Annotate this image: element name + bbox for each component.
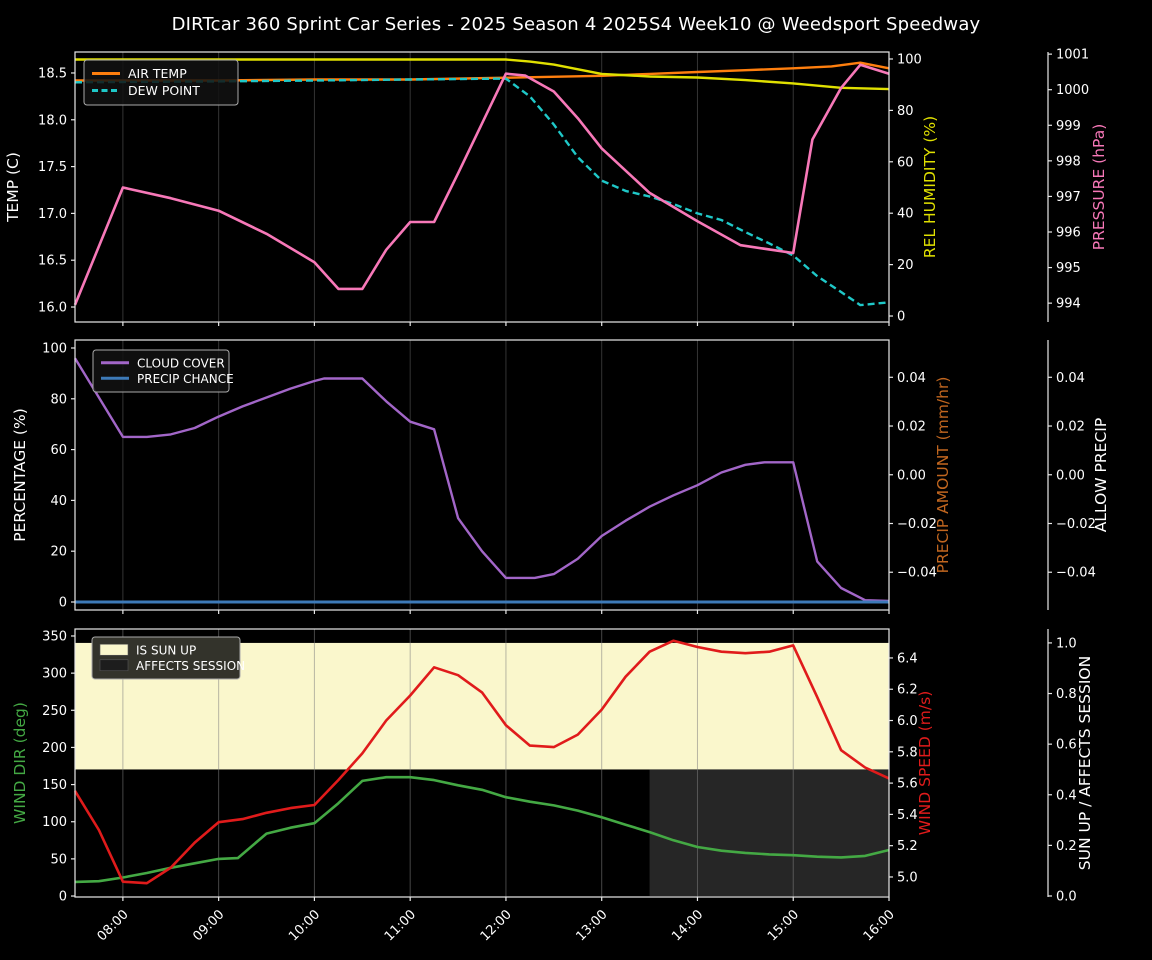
tick-label: −0.02: [1056, 517, 1096, 532]
weather-forecast-figure: DIRTcar 360 Sprint Car Series - 2025 Sea…: [0, 0, 1152, 960]
tick-label: 999: [1056, 119, 1081, 134]
legend-precip-panel: CLOUD COVER PRECIP CHANCE: [92, 349, 234, 393]
axis-label-right: REL HUMIDITY (%): [921, 116, 939, 258]
tick-label: 60: [897, 155, 914, 170]
tick-label: 17.0: [38, 207, 67, 222]
tick-label: 18.5: [38, 66, 67, 81]
axis-label-right: PRECIP AMOUNT (mm/hr): [934, 377, 952, 574]
tick-label: 996: [1056, 226, 1081, 241]
legend-swatch: [99, 643, 129, 656]
x-tick-label: 08:00: [95, 907, 132, 944]
tick-label: −0.04: [1056, 566, 1096, 581]
tick-label: 0.0: [1056, 889, 1077, 904]
tick-label: 6.0: [897, 714, 918, 729]
tick-label: 1001: [1056, 48, 1089, 63]
axis-label-left: PERCENTAGE (%): [11, 408, 29, 542]
series-cloud-cover: [73, 357, 890, 603]
tick-label: 60: [50, 443, 67, 458]
tick-label: 80: [897, 104, 914, 119]
axis-label-right: WIND SPEED (m/s): [916, 691, 934, 835]
x-tick-label: 11:00: [382, 907, 419, 944]
axis-label-right: PRESSURE (hPa): [1090, 124, 1108, 251]
tick-label: 997: [1056, 190, 1081, 205]
tick-label: 300: [42, 667, 67, 682]
tick-label: 100: [897, 52, 922, 67]
tick-label: 100: [42, 342, 67, 357]
tick-label: 995: [1056, 261, 1081, 276]
tick-label: 998: [1056, 154, 1081, 169]
tick-label: −0.04: [897, 566, 937, 581]
tick-label: 6.2: [897, 683, 918, 698]
legend-label: IS SUN UP: [136, 643, 196, 657]
tick-label: 0.8: [1056, 687, 1077, 702]
tick-label: 0.00: [1056, 468, 1085, 483]
tick-label: 16.5: [38, 254, 67, 269]
tick-label: 994: [1056, 297, 1081, 312]
tick-label: 350: [42, 629, 67, 644]
tick-label: 0.00: [897, 468, 926, 483]
axis-label-right: SUN UP / AFFECTS SESSION: [1076, 656, 1094, 870]
axis-label-right: ALLOW PRECIP: [1092, 418, 1110, 532]
tick-label: 200: [42, 741, 67, 756]
tick-label: 0.04: [1056, 371, 1085, 386]
tick-label: 5.2: [897, 839, 918, 854]
x-tick-label: 12:00: [478, 907, 515, 944]
chart-canvas: 16.0 16.5 17.0 17.5 18.0 18.5 TEMP (C) 0 20 40 60 8…: [4, 48, 1110, 945]
tick-label: 50: [50, 852, 67, 867]
chart-title: DIRTcar 360 Sprint Car Series - 2025 Sea…: [171, 14, 981, 35]
legend-swatch: [99, 659, 129, 672]
tick-label: 20: [897, 258, 914, 273]
tick-label: 40: [897, 207, 914, 222]
x-tick-label: 15:00: [765, 907, 802, 944]
x-tick-label: 09:00: [190, 907, 227, 944]
tick-label: 0.02: [897, 420, 926, 435]
tick-label: 18.0: [38, 113, 67, 128]
tick-label: 16.0: [38, 301, 67, 316]
tick-label: 0: [897, 310, 905, 325]
tick-label: 100: [42, 815, 67, 830]
tick-label: 6.4: [897, 651, 918, 666]
tick-label: 0: [59, 890, 67, 905]
x-tick-label: 10:00: [286, 907, 323, 944]
tick-label: 150: [42, 778, 67, 793]
legend-label: DEW POINT: [128, 83, 200, 98]
legend-temperature-panel: AIR TEMP DEW POINT: [83, 59, 239, 106]
tick-label: 1.0: [1056, 636, 1077, 651]
tick-label: 5.0: [897, 870, 918, 885]
legend-wind-panel: IS SUN UP AFFECTS SESSION: [91, 636, 245, 680]
tick-label: 0.04: [897, 371, 926, 386]
tick-label: 20: [50, 545, 67, 560]
tick-label: 5.6: [897, 777, 918, 792]
tick-label: 0.4: [1056, 788, 1077, 803]
tick-label: 0.2: [1056, 839, 1077, 854]
affects-session-band: [649, 769, 889, 896]
series-dew-point: [74, 77, 890, 307]
legend-label: CLOUD COVER: [137, 356, 225, 370]
x-tick-label: 16:00: [861, 907, 898, 944]
tick-label: −0.02: [897, 517, 937, 532]
x-tick-label: 13:00: [573, 907, 610, 944]
tick-label: 0: [59, 595, 67, 610]
tick-label: 1000: [1056, 83, 1089, 98]
tick-label: 17.5: [38, 160, 67, 175]
tick-label: 250: [42, 704, 67, 719]
tick-label: 0.6: [1056, 738, 1077, 753]
tick-label: 0.02: [1056, 420, 1085, 435]
legend-label: PRECIP CHANCE: [137, 372, 234, 386]
tick-label: 80: [50, 392, 67, 407]
axis-label-left: WIND DIR (deg): [11, 702, 29, 824]
tick-label: 40: [50, 494, 67, 509]
tick-label: 5.8: [897, 745, 918, 760]
legend-label: AIR TEMP: [128, 66, 187, 81]
tick-label: 5.4: [897, 808, 918, 823]
axis-label-left: TEMP (C): [4, 152, 22, 223]
legend-label: AFFECTS SESSION: [136, 659, 245, 673]
x-tick-label: 14:00: [669, 907, 706, 944]
